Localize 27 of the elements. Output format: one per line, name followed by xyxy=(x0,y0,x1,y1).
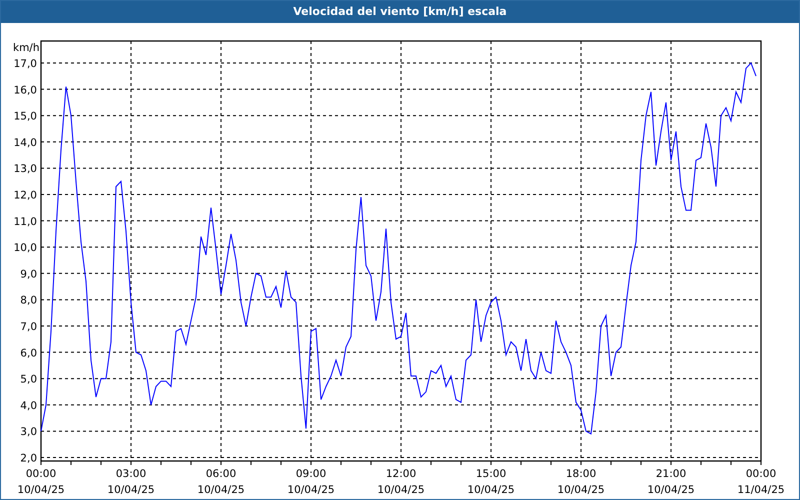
axis-unit-label: km/h xyxy=(13,42,40,54)
y-tick-label: 12,0 xyxy=(14,189,37,202)
x-tick-label: 00:00 10/04/25 xyxy=(17,468,65,496)
x-tick-label: 18:00 10/04/25 xyxy=(557,468,605,496)
x-tick-label: 03:00 10/04/25 xyxy=(107,468,155,496)
y-tick-label: 3,0 xyxy=(20,426,37,438)
window-title: Velocidad del viento [km/h] escala xyxy=(1,1,799,23)
y-tick-label: 4,0 xyxy=(20,400,37,412)
y-tick-label: 14,0 xyxy=(14,136,37,149)
y-tick-label: 6,0 xyxy=(20,347,37,360)
y-tick-label: 2,0 xyxy=(20,452,37,464)
x-tick-label: 06:00 10/04/25 xyxy=(197,468,245,496)
y-tick-label: 11,0 xyxy=(14,216,37,228)
x-tick-label: 00:00 11/04/25 xyxy=(737,468,785,496)
y-tick-label: 15,0 xyxy=(14,110,37,123)
y-tick-label: 13,0 xyxy=(14,163,37,176)
y-tick-label: 5,0 xyxy=(20,374,37,386)
y-tick-label: 9,0 xyxy=(20,268,37,280)
y-tick-label: 16,0 xyxy=(14,84,37,96)
y-tick-label: 8,0 xyxy=(20,294,37,307)
x-tick-label: 12:00 10/04/25 xyxy=(377,468,425,496)
x-tick-label: 15:00 10/04/25 xyxy=(467,468,515,496)
x-tick-label: 21:00 10/04/25 xyxy=(647,468,695,496)
y-tick-label: 17,0 xyxy=(14,58,37,70)
x-tick-label: 09:00 10/04/25 xyxy=(287,468,335,496)
y-tick-label: 7,0 xyxy=(20,320,37,333)
y-tick-label: 10,0 xyxy=(14,242,37,254)
